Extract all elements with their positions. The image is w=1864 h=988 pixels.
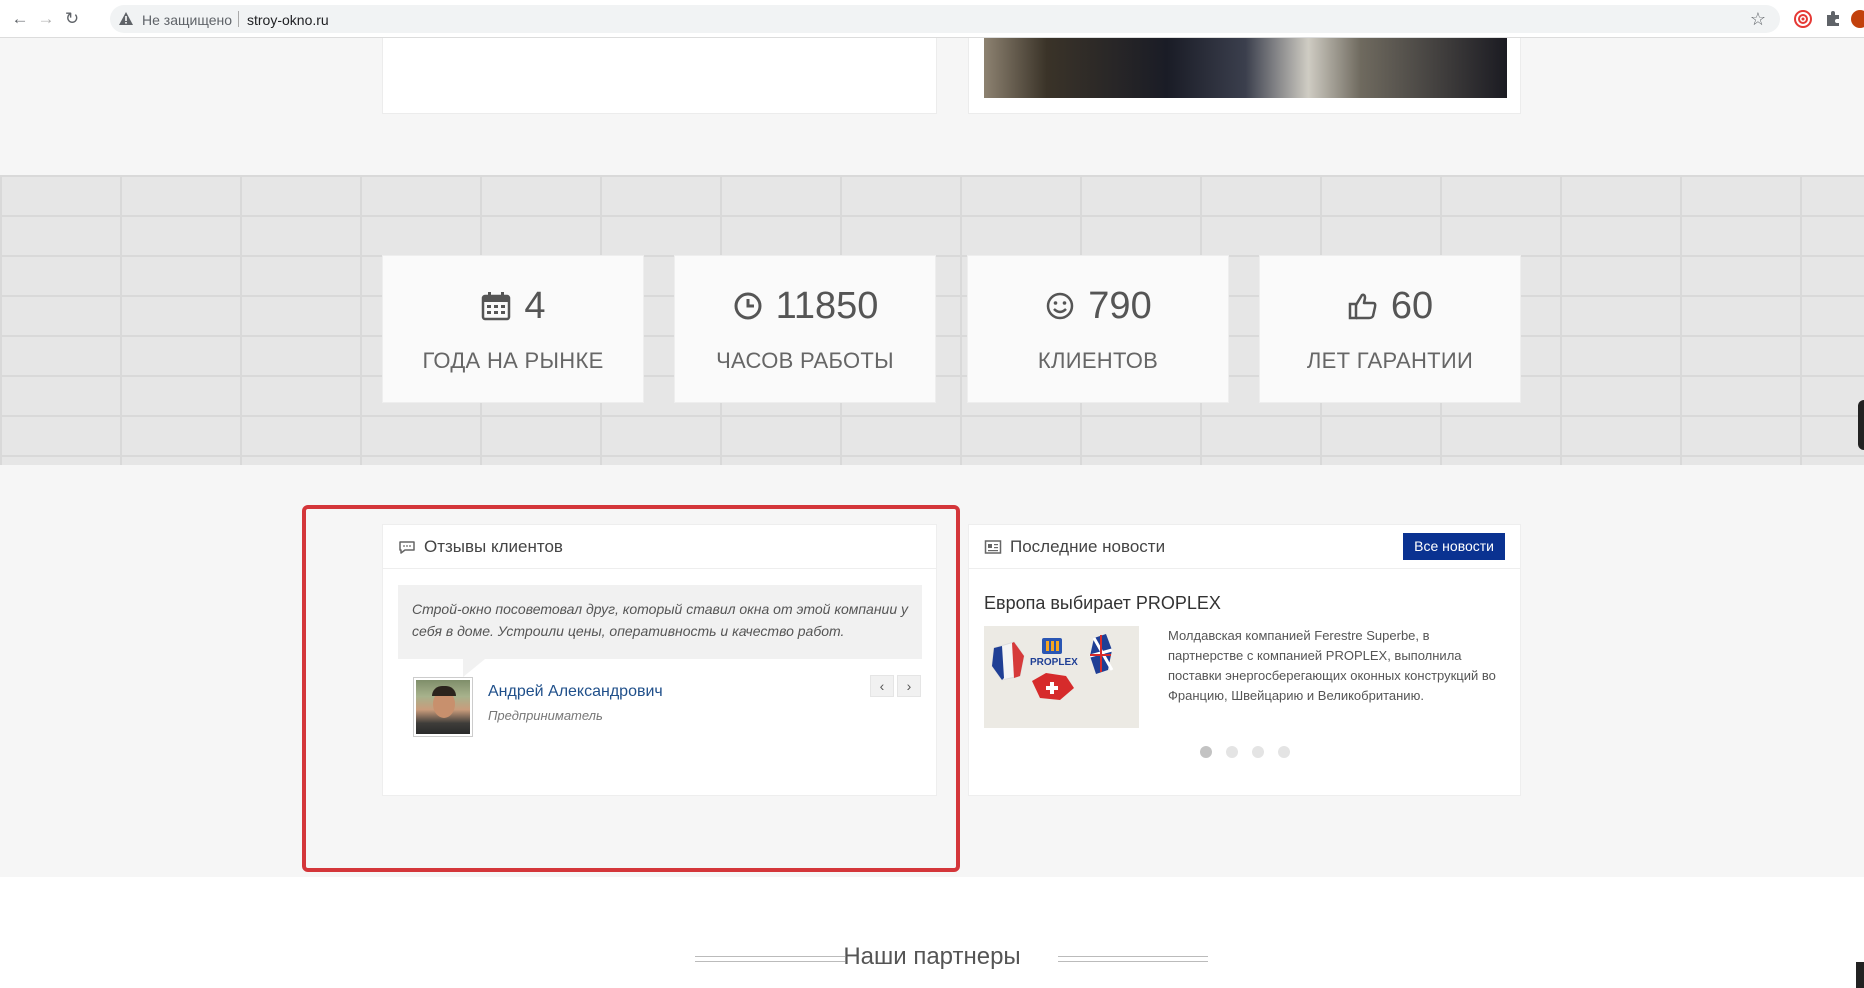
profile-icon[interactable] (1850, 9, 1864, 29)
url-separator (238, 11, 239, 27)
browser-toolbar: ← → ↻ Не защищено stroy-okno.ru ☆ (0, 0, 1864, 38)
top-photo-card (968, 38, 1521, 114)
news-slider-dots (969, 746, 1520, 758)
security-status: Не защищено (142, 12, 232, 28)
extension-icon[interactable] (1793, 9, 1813, 29)
url-text[interactable]: stroy-okno.ru (247, 12, 329, 28)
stat-value: 11850 (775, 284, 879, 327)
europe-map-image (984, 626, 1139, 728)
warning-icon (119, 12, 133, 25)
slider-dot[interactable] (1277, 746, 1290, 758)
stat-label: КЛИЕНТОВ (1037, 348, 1159, 373)
stat-value: 790 (1088, 284, 1152, 327)
partners-title: Наши партнеры (843, 943, 1021, 970)
stat-label: ЧАСОВ РАБОТЫ (716, 348, 894, 373)
stat-value: 60 (1390, 284, 1434, 327)
slider-dot[interactable] (1251, 746, 1264, 758)
smile-icon (1047, 292, 1074, 320)
news-body: Молдавская компанией Ferestre Superbe, в… (1168, 628, 1496, 703)
side-widget-tab[interactable] (1858, 400, 1864, 450)
bookmark-star-icon[interactable]: ☆ (1750, 9, 1766, 30)
news-headline[interactable]: Европа выбирает PROPLEX (984, 593, 1221, 614)
all-news-button[interactable]: Все новости (1403, 533, 1505, 560)
thumbs-up-icon (1348, 293, 1377, 320)
stat-card-warranty: 60 ЛЕТ ГАРАНТИИ (1259, 255, 1521, 403)
reload-icon[interactable]: ↻ (60, 7, 84, 31)
side-widget-tab-bottom[interactable] (1856, 962, 1864, 988)
news-title: Последние новости (1010, 537, 1166, 556)
slider-dot[interactable] (1199, 746, 1212, 758)
puzzle-icon[interactable] (1823, 9, 1843, 29)
address-bar[interactable]: Не защищено stroy-okno.ru ☆ (110, 5, 1780, 33)
slider-dot[interactable] (1225, 746, 1238, 758)
clock-icon (734, 292, 762, 320)
stat-card-hours: 11850 ЧАСОВ РАБОТЫ (674, 255, 936, 403)
newspaper-icon (984, 540, 1002, 554)
team-photo (984, 38, 1507, 98)
forward-icon[interactable]: → (34, 7, 58, 31)
back-icon[interactable]: ← (8, 7, 32, 31)
partners-section (0, 877, 1864, 988)
stat-label: ГОДА НА РЫНКЕ (422, 348, 604, 373)
news-header: Последние новости Все новости (969, 525, 1520, 569)
stat-value: 4 (524, 284, 546, 327)
highlight-frame (302, 505, 960, 872)
news-image[interactable]: PROPLEX (984, 626, 1139, 728)
stat-label: ЛЕТ ГАРАНТИИ (1306, 348, 1474, 373)
news-image-logo-text: PROPLEX (1030, 657, 1078, 668)
stats-band: 4 ГОДА НА РЫНКЕ 11850 ЧАСОВ РАБОТЫ 790 К… (0, 175, 1864, 465)
calendar-icon (482, 292, 511, 321)
top-info-card (382, 38, 937, 114)
news-panel: Последние новости Все новости Европа выб… (968, 524, 1521, 796)
stat-card-clients: 790 КЛИЕНТОВ (967, 255, 1229, 403)
stat-card-years: 4 ГОДА НА РЫНКЕ (382, 255, 644, 403)
